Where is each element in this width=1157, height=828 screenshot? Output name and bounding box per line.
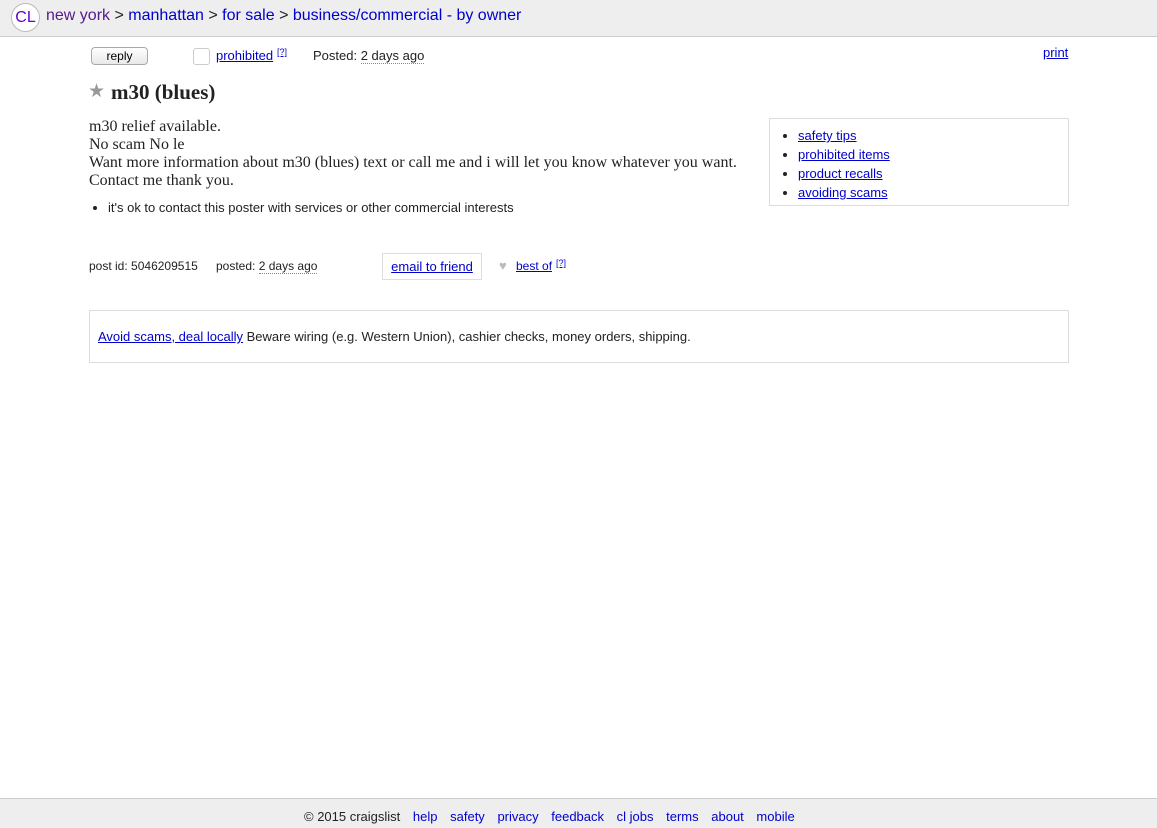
- list-item: prohibited items: [798, 145, 890, 164]
- breadcrumb-separator: >: [279, 7, 289, 24]
- post-title: m30 (blues): [111, 80, 216, 104]
- breadcrumb-manhattan[interactable]: manhattan: [128, 7, 204, 24]
- breadcrumb-separator: >: [208, 7, 218, 24]
- copyright: © 2015 craigslist: [304, 809, 401, 824]
- breadcrumb-for-sale[interactable]: for sale: [222, 7, 274, 24]
- list-item: safety tips: [798, 126, 890, 145]
- reply-button[interactable]: reply: [91, 47, 148, 65]
- prohibited-link[interactable]: prohibited: [216, 48, 273, 63]
- best-of-link[interactable]: best of: [516, 259, 552, 273]
- footer-terms-link[interactable]: terms: [666, 809, 699, 824]
- post-date-label: posted:: [216, 259, 256, 273]
- safety-links-list: safety tips prohibited items product rec…: [798, 126, 890, 202]
- list-item: product recalls: [798, 164, 890, 183]
- favorite-star-icon[interactable]: ★: [88, 82, 105, 102]
- breadcrumb-category[interactable]: business/commercial - by owner: [293, 7, 522, 24]
- post-id-value: 5046209515: [131, 259, 198, 273]
- post-date-value: 2 days ago: [258, 259, 318, 274]
- breadcrumb-separator: >: [114, 7, 124, 24]
- footer: © 2015 craigslist help safety privacy fe…: [0, 798, 1157, 828]
- scam-warning: Avoid scams, deal locally Beware wiring …: [98, 329, 691, 344]
- notices-list: it's ok to contact this poster with serv…: [108, 200, 514, 216]
- safety-tips-link[interactable]: safety tips: [798, 128, 857, 143]
- notice-item: it's ok to contact this poster with serv…: [108, 200, 514, 216]
- footer-links: © 2015 craigslist help safety privacy fe…: [304, 809, 795, 824]
- post-id: post id: 5046209515: [89, 259, 198, 273]
- post-body: m30 relief available. No scam No le Want…: [89, 118, 759, 190]
- post-body-line: Contact me thank you.: [89, 172, 234, 189]
- footer-about-link[interactable]: about: [711, 809, 744, 824]
- email-to-friend-box: email to friend: [382, 253, 482, 280]
- footer-safety-link[interactable]: safety: [450, 809, 485, 824]
- craigslist-logo[interactable]: CL: [11, 3, 40, 32]
- post-body-line: No scam No le: [89, 136, 185, 153]
- footer-feedback-link[interactable]: feedback: [551, 809, 604, 824]
- top-bar: CL new york > manhattan > for sale > bus…: [0, 0, 1157, 37]
- posted-value: 2 days ago: [360, 48, 425, 64]
- breadcrumb-new-york[interactable]: new york: [46, 7, 110, 24]
- posted-date-top: Posted: 2 days ago: [313, 48, 425, 64]
- scam-warning-text: Beware wiring (e.g. Western Union), cash…: [246, 329, 691, 344]
- footer-mobile-link[interactable]: mobile: [756, 809, 794, 824]
- safety-links-box: safety tips prohibited items product rec…: [769, 118, 1069, 206]
- print-link[interactable]: print: [1043, 45, 1068, 60]
- post-body-line: Want more information about m30 (blues) …: [89, 154, 737, 171]
- email-to-friend-link[interactable]: email to friend: [391, 259, 473, 274]
- product-recalls-link[interactable]: product recalls: [798, 166, 883, 181]
- avoiding-scams-link[interactable]: avoiding scams: [798, 185, 888, 200]
- footer-privacy-link[interactable]: privacy: [497, 809, 538, 824]
- best-of-help-link[interactable]: [?]: [556, 258, 566, 268]
- posted-label: Posted:: [313, 48, 358, 63]
- footer-cl-jobs-link[interactable]: cl jobs: [617, 809, 654, 824]
- breadcrumb: new york > manhattan > for sale > busine…: [46, 7, 521, 25]
- post-id-label: post id:: [89, 259, 128, 273]
- prohibited-items-link[interactable]: prohibited items: [798, 147, 890, 162]
- post-body-line: m30 relief available.: [89, 118, 221, 135]
- post-date: posted: 2 days ago: [216, 259, 318, 274]
- prohibited-help-link[interactable]: [?]: [277, 47, 287, 57]
- footer-help-link[interactable]: help: [413, 809, 438, 824]
- flag-prohibited-checkbox[interactable]: [193, 48, 210, 65]
- list-item: avoiding scams: [798, 183, 890, 202]
- heart-icon[interactable]: ♥: [499, 258, 507, 273]
- avoid-scams-link[interactable]: Avoid scams, deal locally: [98, 329, 243, 344]
- scam-warning-box: Avoid scams, deal locally Beware wiring …: [89, 310, 1069, 363]
